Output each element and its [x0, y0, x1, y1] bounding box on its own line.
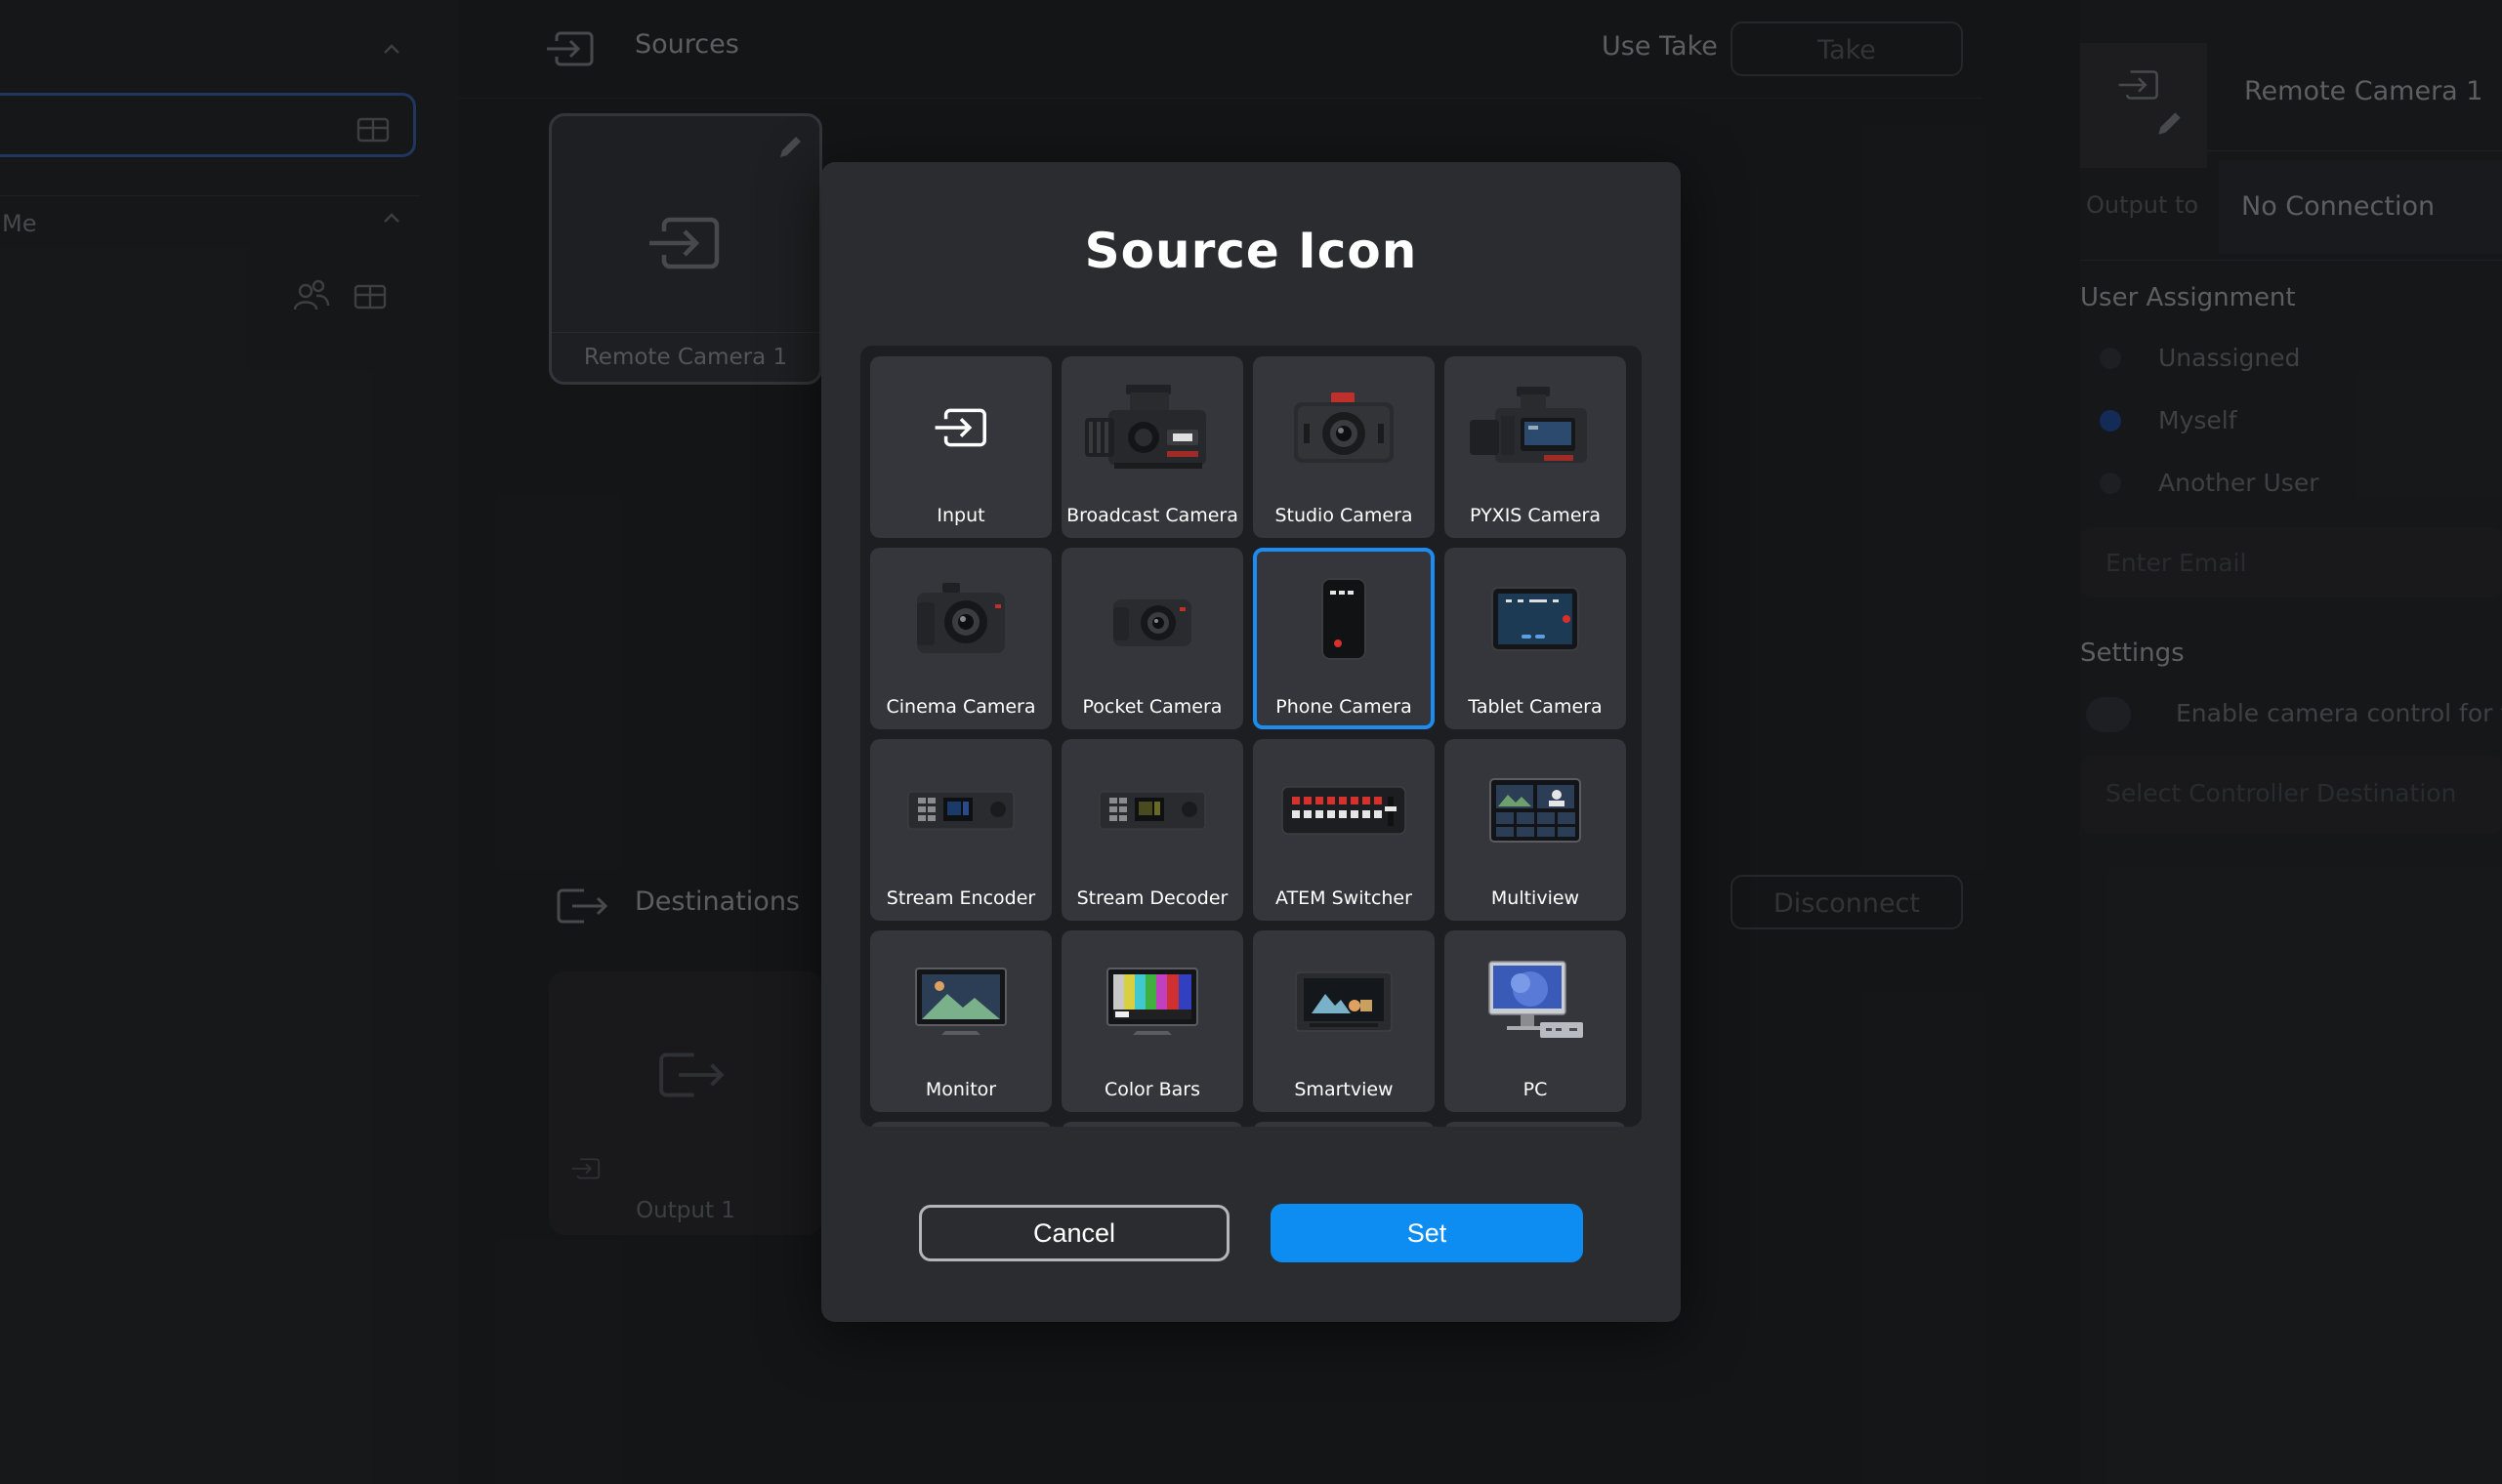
stream-decoder-icon: [1099, 791, 1206, 830]
icon-option-input[interactable]: Input: [870, 356, 1052, 538]
icon-option-cinema-camera[interactable]: Cinema Camera: [870, 548, 1052, 729]
stream-encoder-icon: [907, 791, 1015, 830]
color-bars-icon: [1106, 968, 1198, 1035]
studio-camera-icon: [1294, 392, 1394, 463]
icon-option-smartview[interactable]: Smartview: [1253, 930, 1435, 1112]
icon-option-label: Smartview: [1294, 1079, 1394, 1100]
phone-camera-icon: [1321, 578, 1366, 660]
icon-option-broadcast-camera[interactable]: Broadcast Camera: [1062, 356, 1243, 538]
app-root: Me Sources Use Take Take Remote Camera 1…: [0, 0, 2502, 1484]
icon-option-label: PC: [1522, 1079, 1548, 1100]
pyxis-camera-icon: [1470, 387, 1587, 463]
icon-option-partial[interactable]: [1253, 1122, 1435, 1127]
icon-option-pc[interactable]: PC: [1444, 930, 1626, 1112]
smartview-icon: [1295, 971, 1393, 1032]
cinema-camera-icon: [917, 583, 1005, 653]
icon-option-partial[interactable]: [1444, 1122, 1626, 1127]
icon-option-label: Monitor: [925, 1079, 997, 1100]
icon-option-tablet-camera[interactable]: Tablet Camera: [1444, 548, 1626, 729]
icon-option-label: Stream Decoder: [1076, 887, 1229, 909]
icon-option-label: PYXIS Camera: [1470, 505, 1601, 526]
tablet-camera-icon: [1491, 587, 1579, 651]
dialog-title: Source Icon: [1084, 223, 1418, 279]
icon-option-stream-encoder[interactable]: Stream Encoder: [870, 739, 1052, 921]
pc-icon: [1488, 961, 1583, 1038]
icon-option-label: Cinema Camera: [886, 696, 1036, 718]
icon-option-atem-switcher[interactable]: ATEM Switcher: [1253, 739, 1435, 921]
icon-option-label: ATEM Switcher: [1275, 887, 1412, 909]
icon-option-label: Input: [937, 505, 985, 526]
icon-option-partial[interactable]: [1062, 1122, 1243, 1127]
icon-option-label: Color Bars: [1104, 1079, 1201, 1100]
atem-switcher-icon: [1281, 786, 1406, 835]
icon-option-multiview[interactable]: Multiview: [1444, 739, 1626, 921]
icon-grid-scroll[interactable]: Input Broadcast Camera Studio Camera PYX…: [860, 346, 1642, 1127]
icon-option-label: Tablet Camera: [1468, 696, 1603, 718]
icon-option-partial[interactable]: [870, 1122, 1052, 1127]
icon-option-monitor[interactable]: Monitor: [870, 930, 1052, 1112]
icon-option-pocket-camera[interactable]: Pocket Camera: [1062, 548, 1243, 729]
icon-option-stream-decoder[interactable]: Stream Decoder: [1062, 739, 1243, 921]
icon-option-phone-camera[interactable]: Phone Camera: [1253, 548, 1435, 729]
monitor-icon: [915, 968, 1007, 1035]
icon-option-label: Stream Encoder: [886, 887, 1036, 909]
icon-option-studio-camera[interactable]: Studio Camera: [1253, 356, 1435, 538]
icon-option-pyxis-camera[interactable]: PYXIS Camera: [1444, 356, 1626, 538]
icon-option-color-bars[interactable]: Color Bars: [1062, 930, 1243, 1112]
pocket-camera-icon: [1113, 599, 1191, 646]
icon-grid: Input Broadcast Camera Studio Camera PYX…: [870, 356, 1626, 1127]
input-icon: [935, 408, 986, 447]
source-icon-dialog: Source Icon Input Broadcast Camera Studi…: [821, 162, 1681, 1322]
icon-option-label: Phone Camera: [1275, 696, 1412, 718]
cancel-button[interactable]: Cancel: [919, 1205, 1230, 1261]
icon-option-label: Broadcast Camera: [1066, 505, 1238, 526]
icon-option-label: Pocket Camera: [1082, 696, 1223, 718]
set-button[interactable]: Set: [1271, 1204, 1583, 1262]
broadcast-camera-icon: [1085, 385, 1206, 469]
icon-option-label: Multiview: [1490, 887, 1580, 909]
multiview-icon: [1489, 778, 1581, 843]
icon-option-label: Studio Camera: [1274, 505, 1413, 526]
